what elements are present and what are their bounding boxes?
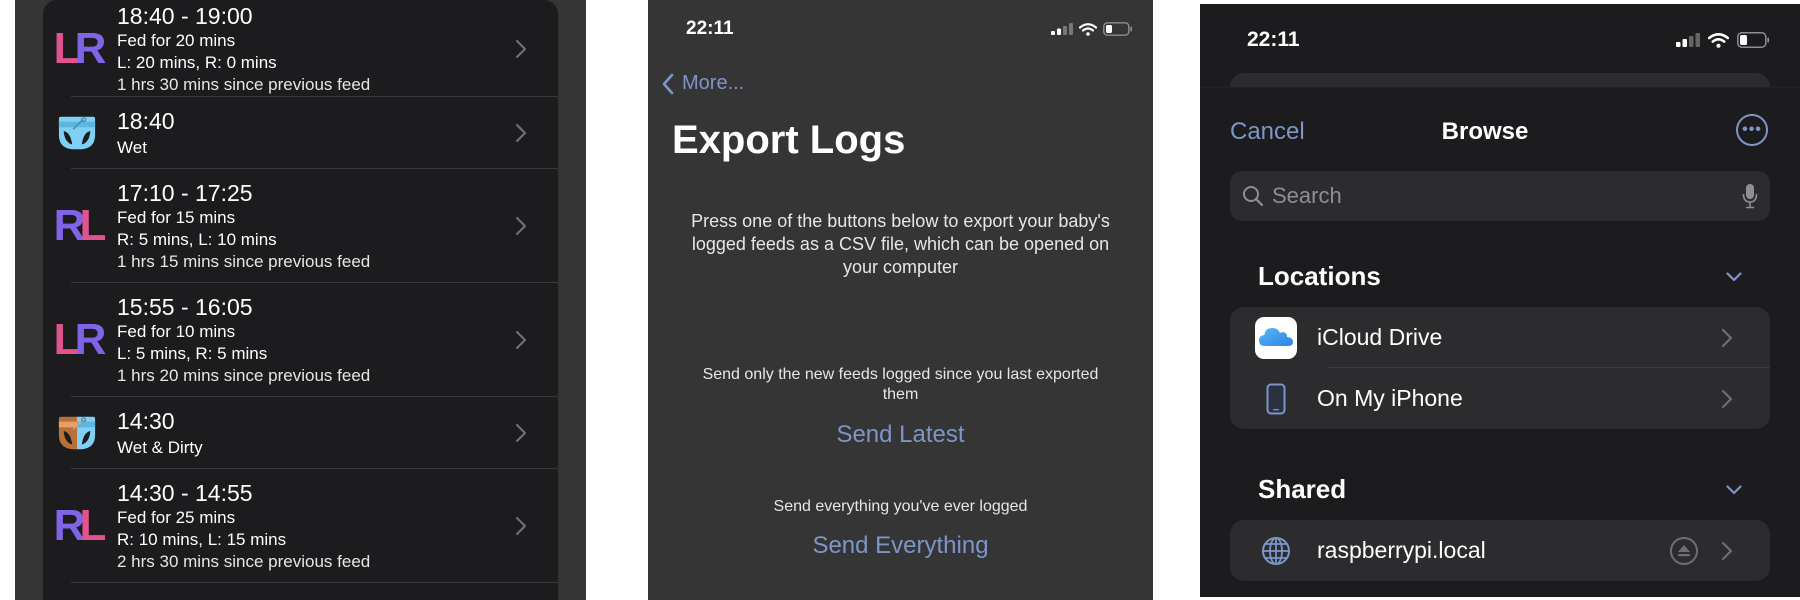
cellular-signal-icon <box>1051 23 1073 35</box>
chevron-right-icon <box>1712 328 1742 347</box>
feed-since-previous: 1 hrs 15 mins since previous feed <box>117 252 371 271</box>
eject-icon[interactable] <box>1670 536 1698 565</box>
chevron-right-icon <box>1712 389 1742 408</box>
nappy-entry[interactable]: 14:30 Wet & Dirty <box>43 397 558 469</box>
search-input[interactable] <box>1272 183 1742 209</box>
chevron-right-icon <box>506 424 536 442</box>
right-left-feed-icon: RL <box>53 501 107 550</box>
chevron-right-icon <box>506 331 536 349</box>
feed-time: 17:10 - 17:25 <box>117 180 253 206</box>
locations-section-header[interactable]: Locations <box>1258 261 1742 292</box>
status-bar: 22:11 <box>1200 28 1800 52</box>
shared-title: Shared <box>1258 474 1347 504</box>
files-browse-screen: 22:11 Cancel Browse ••• Locations iCloud… <box>1200 4 1800 597</box>
battery-icon <box>1737 32 1770 48</box>
feed-time: 18:40 - 19:00 <box>117 2 253 29</box>
nappy-summary: Wet & Dirty <box>117 438 203 457</box>
chevron-right-icon <box>506 517 536 535</box>
chevron-right-icon <box>1712 541 1742 560</box>
status-time: 22:11 <box>1247 28 1300 51</box>
location-item-icloud-drive[interactable]: iCloud Drive <box>1230 307 1770 368</box>
background-sheet <box>1230 73 1770 87</box>
feed-log-screen: LR 18:40 - 19:00 Fed for 20 mins L: 20 m… <box>15 0 586 600</box>
back-button[interactable]: More... <box>662 72 744 95</box>
back-label: More... <box>682 72 745 94</box>
feed-summary: Fed for 15 mins <box>117 208 236 227</box>
server-label: raspberrypi.local <box>1317 537 1486 563</box>
export-logs-screen: 22:11 More... Export Logs Press one of t… <box>648 0 1153 600</box>
send-everything-hint: Send everything you've ever logged <box>773 498 1028 515</box>
search-icon <box>1243 186 1264 207</box>
status-time: 22:11 <box>686 18 734 39</box>
feed-since-previous: 1 hrs 30 mins since previous feed <box>117 74 371 94</box>
chevron-right-icon <box>506 39 536 58</box>
chevron-left-icon <box>662 73 674 94</box>
send-everything-button[interactable]: Send Everything <box>648 532 1153 560</box>
row-divider <box>71 582 558 583</box>
nappy-time: 14:30 <box>117 408 175 434</box>
feed-breakdown: L: 5 mins, R: 5 mins <box>117 344 268 363</box>
locations-title: Locations <box>1258 261 1381 291</box>
feed-time: 15:55 - 16:05 <box>117 294 253 320</box>
icloud-icon <box>1255 316 1297 359</box>
sheet-divider <box>1200 87 1800 88</box>
feed-breakdown: L: 20 mins, R: 0 mins <box>117 52 277 72</box>
feed-since-previous: 2 hrs 30 mins since previous feed <box>117 552 371 571</box>
iphone-icon <box>1255 378 1297 420</box>
chevron-down-icon <box>1726 271 1742 281</box>
nappy-time: 18:40 <box>117 108 175 134</box>
nappy-summary: Wet <box>117 138 147 157</box>
feed-log-list: LR 18:40 - 19:00 Fed for 20 mins L: 20 m… <box>43 0 558 600</box>
location-label: On My iPhone <box>1317 385 1463 411</box>
search-field[interactable] <box>1230 171 1770 221</box>
shared-item-server[interactable]: raspberrypi.local <box>1230 520 1770 581</box>
feed-summary: Fed for 10 mins <box>117 322 236 341</box>
send-latest-button[interactable]: Send Latest <box>648 421 1153 449</box>
left-right-feed-icon: LR <box>53 315 107 364</box>
chevron-down-icon <box>1726 484 1742 494</box>
nappy-entry[interactable]: 18:40 Wet <box>43 97 558 169</box>
feed-since-previous: 1 hrs 20 mins since previous feed <box>117 366 371 385</box>
feed-entry[interactable]: LR 15:55 - 16:05 Fed for 10 mins L: 5 mi… <box>43 283 558 397</box>
locations-list: iCloud Drive On My iPhone <box>1230 307 1770 429</box>
right-left-feed-icon: RL <box>53 201 107 250</box>
battery-icon <box>1103 22 1132 36</box>
export-instructions: Press one of the buttons below to export… <box>691 211 1110 277</box>
navigation-bar: Cancel Browse ••• <box>1200 114 1800 154</box>
feed-breakdown: R: 10 mins, L: 15 mins <box>117 530 287 549</box>
wifi-icon <box>1079 22 1097 36</box>
feed-time: 14:30 - 14:55 <box>117 480 253 506</box>
feed-entry[interactable]: RL 14:30 - 14:55 Fed for 25 mins R: 10 m… <box>43 469 558 583</box>
globe-icon <box>1255 530 1297 572</box>
wet-nappy-icon <box>57 115 97 151</box>
left-right-feed-icon: LR <box>53 23 107 73</box>
shared-list: raspberrypi.local <box>1230 520 1770 581</box>
feed-entry[interactable]: LR 18:40 - 19:00 Fed for 20 mins L: 20 m… <box>43 0 558 97</box>
feed-breakdown: R: 5 mins, L: 10 mins <box>117 230 277 249</box>
cellular-signal-icon <box>1676 33 1700 47</box>
chevron-right-icon <box>506 217 536 235</box>
status-bar: 22:11 <box>648 18 1153 42</box>
ellipsis-circle-icon[interactable]: ••• <box>1736 114 1768 146</box>
microphone-icon[interactable] <box>1742 183 1758 209</box>
nav-title: Browse <box>1441 118 1529 145</box>
feed-entry[interactable]: RL 17:10 - 17:25 Fed for 15 mins R: 5 mi… <box>43 169 558 283</box>
shared-section-header[interactable]: Shared <box>1258 474 1742 505</box>
wifi-icon <box>1708 32 1729 48</box>
page-title: Export Logs <box>672 118 906 162</box>
send-latest-hint: Send only the new feeds logged since you… <box>702 366 1099 403</box>
feed-summary: Fed for 20 mins <box>117 30 236 50</box>
chevron-right-icon <box>506 124 536 142</box>
location-label: iCloud Drive <box>1317 324 1443 350</box>
location-item-on-my-iphone[interactable]: On My iPhone <box>1230 368 1770 429</box>
wet-dirty-nappy-icon <box>57 415 97 451</box>
feed-summary: Fed for 25 mins <box>117 508 236 527</box>
